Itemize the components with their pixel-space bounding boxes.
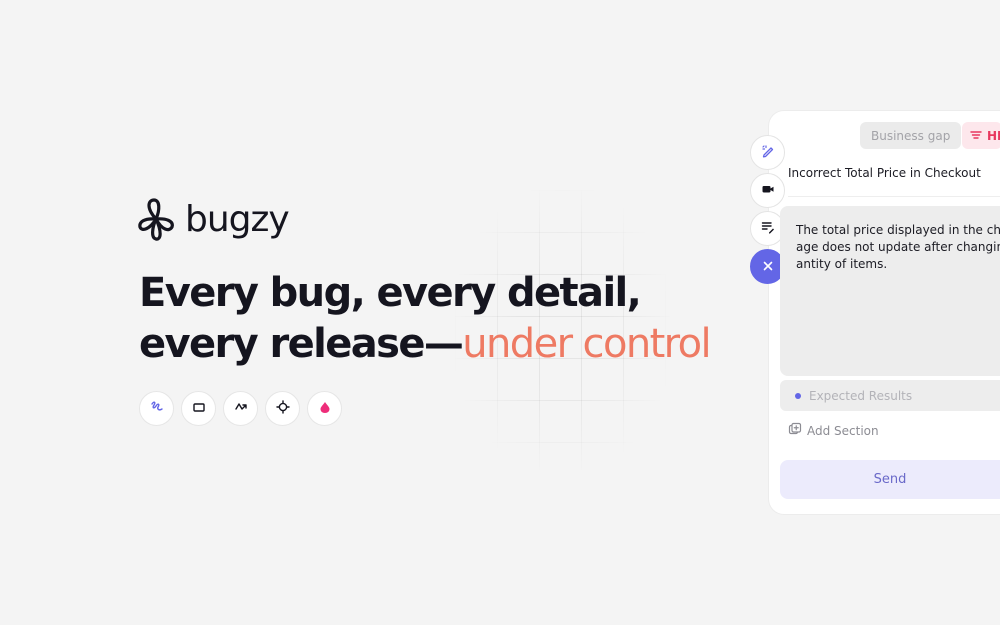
crosshair-icon [275,399,290,418]
pencil-sparkle-icon [761,143,775,162]
add-section-button[interactable]: Add Section [788,422,879,439]
color-tool-button[interactable] [307,391,342,426]
close-icon [762,257,774,276]
priority-lines-icon [970,129,982,143]
expected-results-field[interactable]: Expected Results [780,380,1000,411]
hero-headline: Every bug, every detail, every release—u… [139,268,712,370]
rectangle-icon [192,399,206,418]
headline-line-1: Every bug, every detail, [139,270,642,316]
headline-line-2-prefix: every release— [139,321,464,367]
bullet-dot-icon [795,392,801,399]
expected-results-label: Expected Results [809,388,913,403]
priority-chip[interactable]: HIGH [962,122,1000,149]
description-line: antity of items. [796,257,888,271]
edit-button[interactable] [750,135,785,170]
bugzy-knot-logo-icon [138,198,175,241]
priority-label: HIGH [987,128,1000,143]
category-chip[interactable]: Business gap [860,122,962,149]
headline-line-2: every release—under control [139,319,712,370]
crop-tool-button[interactable] [265,391,300,426]
description-line: The total price displayed in the checkou… [796,223,1000,237]
title-divider [788,196,1000,197]
add-section-label: Add Section [807,423,879,438]
line-tool-button[interactable] [223,391,258,426]
brand-logo: bugzy [138,198,290,241]
zigzag-arrow-icon [234,399,248,418]
send-button[interactable]: Send [780,460,1000,499]
draw-tool-button[interactable] [139,391,174,426]
rectangle-tool-button[interactable] [181,391,216,426]
drop-icon [318,399,332,418]
brand-name: bugzy [185,198,290,240]
description-line: age does not update after changing the q… [796,240,1000,254]
add-copy-icon [788,422,802,439]
headline-accent: under control [462,321,711,367]
video-button[interactable] [750,173,785,208]
video-camera-icon [761,181,775,200]
description-field[interactable]: The total price displayed in the checkou… [780,206,1000,376]
bug-title-field[interactable]: Incorrect Total Price in Checkout [788,166,981,180]
scribble-icon [150,399,164,418]
annotation-toolbar [139,391,342,426]
list-edit-icon [761,219,775,238]
description-text: The total price displayed in the checkou… [796,222,1000,273]
